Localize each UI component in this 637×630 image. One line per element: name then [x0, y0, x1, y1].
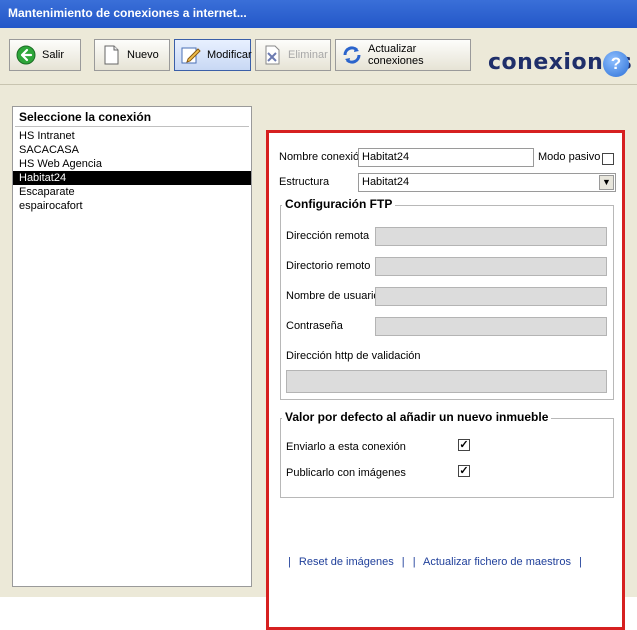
window-title: Mantenimiento de conexiones a internet..… — [8, 6, 247, 20]
default-values-title: Valor por defecto al añadir un nuevo inm… — [282, 410, 552, 424]
links-bar: | Reset de imágenes | | Actualizar fiche… — [288, 556, 587, 568]
new-document-icon — [101, 45, 121, 65]
password-label: Contraseña — [286, 320, 343, 332]
connection-item[interactable]: espairocafort — [13, 199, 251, 213]
default-values-group — [280, 418, 614, 498]
http-validacion-field[interactable] — [286, 370, 607, 393]
edit-pencil-icon — [181, 45, 201, 65]
eliminar-button[interactable]: Eliminar — [255, 39, 331, 71]
estructura-value: Habitat24 — [362, 176, 410, 188]
actualizar-label: Actualizar conexiones — [368, 43, 424, 67]
window-titlebar: Mantenimiento de conexiones a internet..… — [0, 0, 637, 28]
exit-icon — [16, 45, 36, 65]
actualizar-conexiones-button[interactable]: Actualizar conexiones — [335, 39, 471, 71]
publicar-checkbox[interactable]: ✓ — [458, 465, 470, 477]
http-validacion-label: Dirección http de validación — [286, 350, 421, 362]
header-divider — [15, 126, 249, 127]
chevron-down-icon[interactable]: ▼ — [599, 175, 614, 190]
content-area: Seleccione la conexión HS Intranet SACAC… — [0, 85, 637, 630]
estructura-label: Estructura — [279, 176, 330, 188]
toolbar: Salir Nuevo Modificar Eliminar Actualiza… — [0, 28, 637, 85]
modificar-label: Modificar — [207, 49, 252, 61]
connection-item[interactable]: HS Intranet — [13, 129, 251, 143]
enviar-checkbox[interactable]: ✓ — [458, 439, 470, 451]
directorio-remoto-label: Directorio remoto — [286, 260, 371, 272]
connection-item[interactable]: Escaparate — [13, 185, 251, 199]
publicar-label: Publicarlo con imágenes — [286, 467, 406, 479]
refresh-icon — [342, 45, 362, 65]
nombre-conexion-field[interactable]: Habitat24 — [358, 148, 534, 167]
salir-label: Salir — [42, 49, 65, 61]
connection-item-selected[interactable]: Habitat24 — [13, 171, 251, 185]
usuario-label: Nombre de usuario — [286, 290, 380, 302]
connection-item[interactable]: SACACASA — [13, 143, 251, 157]
connection-item[interactable]: HS Web Agencia — [13, 157, 251, 171]
nuevo-label: Nuevo — [127, 49, 159, 61]
connection-list: HS Intranet SACACASA HS Web Agencia Habi… — [13, 129, 251, 213]
direccion-remota-field[interactable] — [375, 227, 607, 246]
help-icon[interactable]: ? — [603, 51, 629, 77]
directorio-remoto-field[interactable] — [375, 257, 607, 276]
link-separator: | — [288, 556, 291, 568]
enviar-label: Enviarlo a esta conexión — [286, 441, 406, 453]
modo-pasivo-checkbox[interactable] — [602, 153, 614, 165]
password-field[interactable] — [375, 317, 607, 336]
modificar-button[interactable]: Modificar — [174, 39, 252, 71]
link-separator: | — [401, 556, 405, 568]
connection-list-panel: Seleccione la conexión HS Intranet SACAC… — [12, 106, 252, 587]
connection-list-header: Seleccione la conexión — [19, 110, 152, 124]
salir-button[interactable]: Salir — [9, 39, 81, 71]
eliminar-label: Eliminar — [288, 49, 328, 61]
connection-detail-panel: Nombre conexión Habitat24 Modo pasivo Es… — [266, 130, 625, 630]
usuario-field[interactable] — [375, 287, 607, 306]
estructura-select[interactable]: Habitat24 ▼ — [358, 173, 616, 192]
actualizar-maestros-link[interactable]: Actualizar fichero de maestros — [423, 556, 571, 568]
nuevo-button[interactable]: Nuevo — [94, 39, 170, 71]
ftp-config-title: Configuración FTP — [282, 197, 396, 211]
modo-pasivo-label: Modo pasivo — [538, 151, 601, 163]
delete-icon — [262, 45, 282, 65]
direccion-remota-label: Dirección remota — [286, 230, 370, 242]
reset-imagenes-link[interactable]: Reset de imágenes — [299, 556, 394, 568]
link-separator: | — [412, 556, 416, 568]
link-separator: | — [579, 556, 582, 568]
nombre-conexion-label: Nombre conexión — [279, 151, 366, 163]
